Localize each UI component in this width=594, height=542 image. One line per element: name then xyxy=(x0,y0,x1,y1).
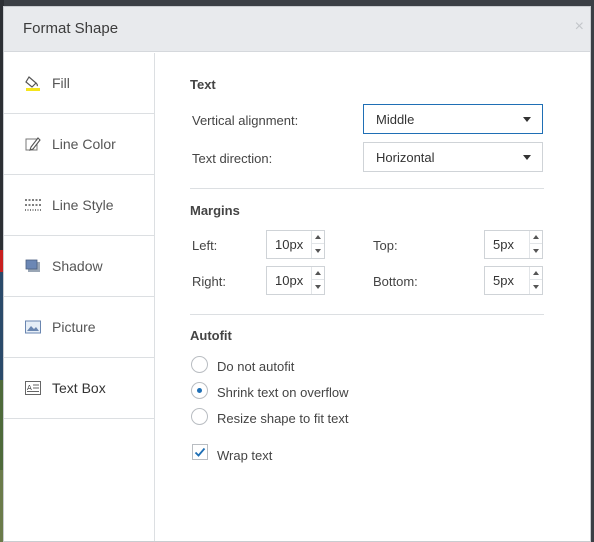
format-sidebar: Fill Line Color Line Style Shadow Pictur… xyxy=(4,53,155,541)
svg-text:A: A xyxy=(27,384,32,392)
increment-arrow-icon[interactable] xyxy=(312,267,324,280)
stepper-arrows xyxy=(311,267,324,294)
left-margin-label: Left: xyxy=(192,238,218,253)
sidebar-item-picture[interactable]: Picture xyxy=(4,297,154,358)
section-title-autofit: Autofit xyxy=(190,328,232,343)
top-margin-label: Top: xyxy=(373,238,398,253)
text-direction-select[interactable]: Horizontal xyxy=(363,142,543,172)
radio-label: Resize shape to fit text xyxy=(217,411,349,426)
radio-label: Shrink text on overflow xyxy=(217,385,349,400)
sidebar-item-label: Shadow xyxy=(52,258,103,274)
increment-arrow-icon[interactable] xyxy=(530,267,542,280)
decrement-arrow-icon[interactable] xyxy=(312,281,324,294)
increment-arrow-icon[interactable] xyxy=(312,231,324,244)
decrement-arrow-icon[interactable] xyxy=(530,281,542,294)
radio-label: Do not autofit xyxy=(217,359,295,374)
pencil-icon xyxy=(24,135,42,153)
sidebar-item-fill[interactable]: Fill xyxy=(4,53,154,114)
radio-shrink-text-on-overflow[interactable] xyxy=(191,382,208,399)
sidebar-item-line-color[interactable]: Line Color xyxy=(4,114,154,175)
format-shape-dialog: Format Shape × Fill Line Color Line Styl… xyxy=(3,6,591,542)
stepper-arrows xyxy=(529,267,542,294)
wrap-text-checkbox[interactable] xyxy=(192,444,208,460)
left-margin-input[interactable] xyxy=(267,231,312,258)
decrement-arrow-icon[interactable] xyxy=(530,245,542,258)
text-direction-label: Text direction: xyxy=(192,151,273,166)
top-margin-input[interactable] xyxy=(485,231,530,258)
left-margin-stepper[interactable] xyxy=(266,230,325,259)
stepper-arrows xyxy=(311,231,324,258)
line-style-icon xyxy=(24,196,42,214)
shadow-icon xyxy=(24,257,42,275)
chevron-down-icon xyxy=(523,117,531,122)
section-title-text: Text xyxy=(190,77,216,92)
checkmark-icon xyxy=(194,447,206,457)
divider xyxy=(190,314,544,315)
sidebar-item-label: Text Box xyxy=(52,380,106,396)
sidebar-item-line-style[interactable]: Line Style xyxy=(4,175,154,236)
vertical-alignment-value: Middle xyxy=(376,112,415,127)
decrement-arrow-icon[interactable] xyxy=(312,245,324,258)
checkbox-label: Wrap text xyxy=(217,448,273,463)
top-margin-stepper[interactable] xyxy=(484,230,543,259)
close-icon[interactable]: × xyxy=(575,18,584,36)
paint-bucket-icon xyxy=(24,74,42,92)
text-box-icon: A xyxy=(24,379,42,397)
dialog-title: Format Shape xyxy=(23,20,119,37)
sidebar-item-shadow[interactable]: Shadow xyxy=(4,236,154,297)
radio-resize-shape-to-fit-text[interactable] xyxy=(191,408,208,425)
vertical-alignment-select[interactable]: Middle xyxy=(363,104,543,134)
right-margin-input[interactable] xyxy=(267,267,312,294)
divider xyxy=(190,188,544,189)
picture-icon xyxy=(24,318,42,336)
bottom-margin-stepper[interactable] xyxy=(484,266,543,295)
bottom-margin-input[interactable] xyxy=(485,267,530,294)
sidebar-item-label: Fill xyxy=(52,75,70,91)
right-margin-label: Right: xyxy=(192,274,226,289)
stepper-arrows xyxy=(529,231,542,258)
sidebar-item-label: Line Style xyxy=(52,197,114,213)
sidebar-item-label: Line Color xyxy=(52,136,116,152)
vertical-alignment-label: Vertical alignment: xyxy=(192,113,299,128)
right-margin-stepper[interactable] xyxy=(266,266,325,295)
chevron-down-icon xyxy=(523,155,531,160)
radio-do-not-autofit[interactable] xyxy=(191,356,208,373)
sidebar-item-text-box[interactable]: A Text Box xyxy=(4,358,154,419)
dialog-titlebar: Format Shape × xyxy=(4,7,590,52)
sidebar-item-label: Picture xyxy=(52,319,96,335)
increment-arrow-icon[interactable] xyxy=(530,231,542,244)
bottom-margin-label: Bottom: xyxy=(373,274,418,289)
section-title-margins: Margins xyxy=(190,203,240,218)
text-direction-value: Horizontal xyxy=(376,150,435,165)
